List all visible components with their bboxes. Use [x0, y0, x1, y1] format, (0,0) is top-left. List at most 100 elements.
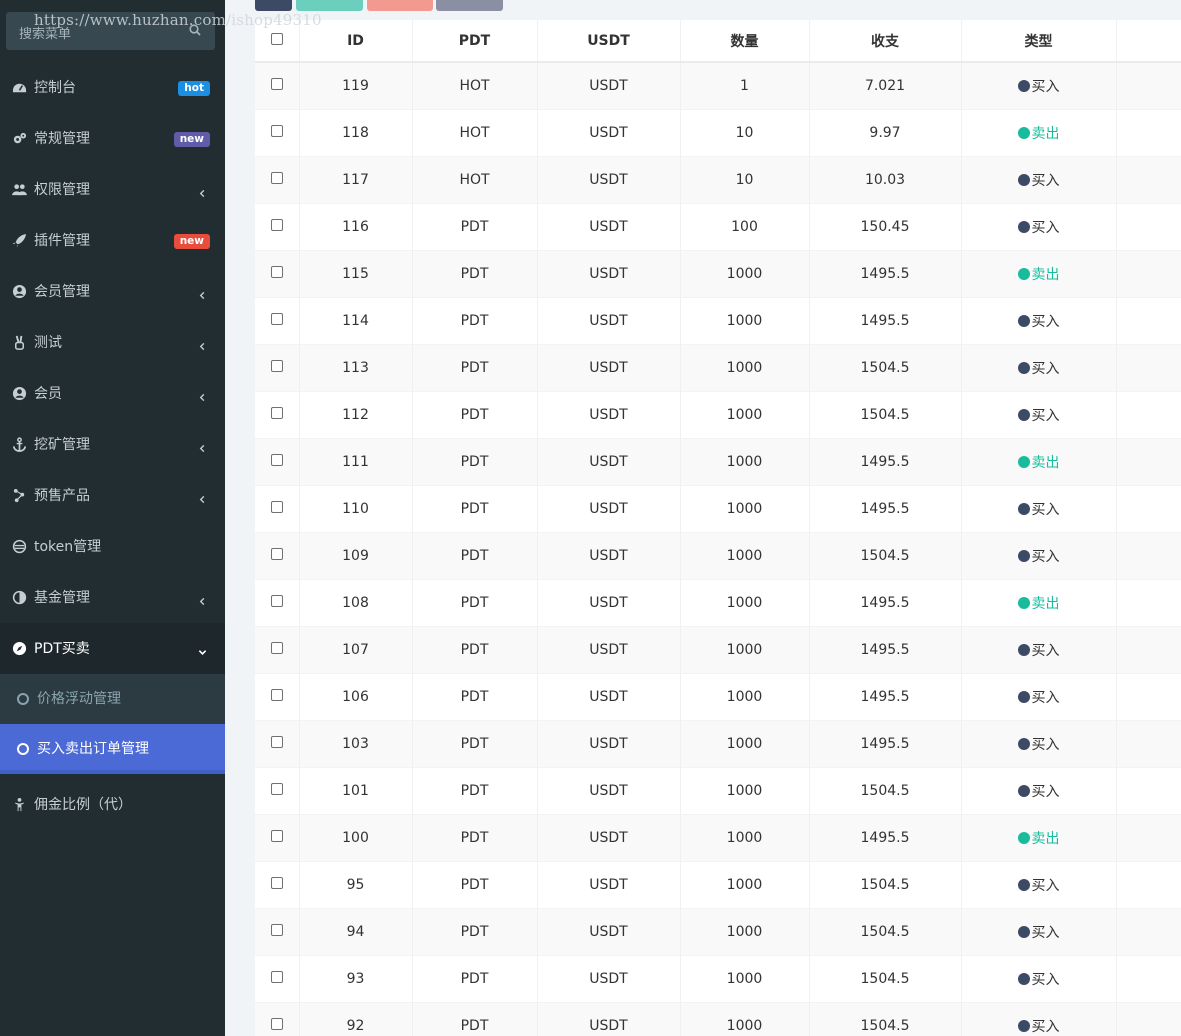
cell-id: 103 — [299, 719, 413, 767]
row-select-cell[interactable] — [255, 672, 300, 720]
cell-id: 110 — [299, 484, 413, 532]
row-select-cell[interactable] — [255, 296, 300, 344]
row-checkbox[interactable] — [270, 923, 283, 936]
row-checkbox[interactable] — [270, 312, 283, 325]
row-checkbox[interactable] — [270, 77, 283, 90]
row-checkbox[interactable] — [270, 782, 283, 795]
row-checkbox[interactable] — [270, 1017, 283, 1030]
table-row[interactable]: 112 PDT USDT 1000 1504.5 买入 — [255, 390, 1181, 438]
cell-type: 买入 — [961, 672, 1117, 720]
row-checkbox[interactable] — [270, 829, 283, 842]
row-checkbox[interactable] — [270, 876, 283, 889]
row-select-cell[interactable] — [255, 813, 300, 861]
table-row[interactable]: 100 PDT USDT 1000 1495.5 卖出 — [255, 813, 1181, 861]
row-checkbox[interactable] — [270, 641, 283, 654]
table-row[interactable]: 95 PDT USDT 1000 1504.5 买入 — [255, 860, 1181, 908]
table-row[interactable]: 119 HOT USDT 1 7.021 买入 — [255, 61, 1181, 109]
sidebar-item-label: 常规管理 — [34, 131, 90, 147]
table-row[interactable]: 101 PDT USDT 1000 1504.5 买入 — [255, 766, 1181, 814]
row-select-cell[interactable] — [255, 249, 300, 297]
row-checkbox[interactable] — [270, 265, 283, 278]
column-header[interactable]: 数量 — [680, 20, 810, 63]
table-row[interactable]: 111 PDT USDT 1000 1495.5 卖出 — [255, 437, 1181, 485]
row-select-cell[interactable] — [255, 484, 300, 532]
sidebar-item-user-circle[interactable]: 会员管理 — [0, 266, 225, 317]
cell-type: 买入 — [961, 155, 1117, 203]
row-checkbox[interactable] — [270, 547, 283, 560]
sidebar-item-user-circle[interactable]: 会员 — [0, 368, 225, 419]
sidebar: 搜索菜单 控制台 hot 常规管理 new 权限管理 插件管理 new 会员管理 测试 会员 挖矿管… — [0, 0, 225, 1036]
row-select-cell[interactable] — [255, 61, 300, 109]
row-checkbox[interactable] — [270, 453, 283, 466]
toolbar-button[interactable] — [367, 0, 433, 11]
row-select-cell[interactable] — [255, 390, 300, 438]
row-select-cell[interactable] — [255, 625, 300, 673]
row-checkbox[interactable] — [270, 688, 283, 701]
submenu-item[interactable]: 买入卖出订单管理 — [0, 724, 225, 774]
toolbar-button[interactable] — [255, 0, 292, 11]
sidebar-item-anchor[interactable]: 挖矿管理 — [0, 419, 225, 470]
column-header[interactable]: 类型 — [961, 20, 1117, 63]
table-row[interactable]: 106 PDT USDT 1000 1495.5 买入 — [255, 672, 1181, 720]
row-select-cell[interactable] — [255, 578, 300, 626]
row-checkbox[interactable] — [270, 406, 283, 419]
row-checkbox[interactable] — [270, 124, 283, 137]
table-row[interactable]: 118 HOT USDT 10 9.97 卖出 — [255, 108, 1181, 156]
cell-qty: 1000 — [680, 437, 810, 485]
sidebar-item-hand-peace[interactable]: 测试 — [0, 317, 225, 368]
row-select-cell[interactable] — [255, 860, 300, 908]
sidebar-item-rocket[interactable]: 插件管理 new — [0, 215, 225, 266]
table-row[interactable]: 110 PDT USDT 1000 1495.5 买入 — [255, 484, 1181, 532]
menu-badge: new — [173, 132, 210, 147]
table-row[interactable]: 92 PDT USDT 1000 1504.5 买入 — [255, 1001, 1181, 1036]
status-dot-icon — [1017, 690, 1030, 703]
row-select-cell[interactable] — [255, 954, 300, 1002]
row-checkbox[interactable] — [270, 359, 283, 372]
row-select-cell[interactable] — [255, 531, 300, 579]
status-dot-icon — [1017, 79, 1030, 92]
row-select-cell[interactable] — [255, 907, 300, 955]
row-checkbox[interactable] — [270, 735, 283, 748]
table-row[interactable]: 115 PDT USDT 1000 1495.5 卖出 — [255, 249, 1181, 297]
sidebar-item-dashboard[interactable]: 控制台 hot — [0, 62, 225, 113]
row-select-cell[interactable] — [255, 1001, 300, 1036]
sidebar-item-compass[interactable]: PDT买卖 — [0, 623, 225, 674]
table-row[interactable]: 93 PDT USDT 1000 1504.5 买入 — [255, 954, 1181, 1002]
row-select-cell[interactable] — [255, 719, 300, 767]
sidebar-item-token[interactable]: token管理 — [0, 521, 225, 572]
column-header[interactable]: 收支 — [809, 20, 962, 63]
row-select-cell[interactable] — [255, 766, 300, 814]
toolbar-button[interactable] — [436, 0, 503, 11]
row-checkbox[interactable] — [270, 171, 283, 184]
row-checkbox[interactable] — [270, 500, 283, 513]
row-checkbox[interactable] — [270, 594, 283, 607]
row-select-cell[interactable] — [255, 155, 300, 203]
sidebar-item-label: 佣金比例（代） — [34, 797, 132, 813]
select-all-checkbox[interactable] — [270, 32, 283, 45]
table-row[interactable]: 108 PDT USDT 1000 1495.5 卖出 — [255, 578, 1181, 626]
table-row[interactable]: 117 HOT USDT 10 10.03 买入 — [255, 155, 1181, 203]
row-select-cell[interactable] — [255, 108, 300, 156]
table-row[interactable]: 114 PDT USDT 1000 1495.5 买入 — [255, 296, 1181, 344]
cell-usdt: USDT — [537, 954, 681, 1002]
row-select-cell[interactable] — [255, 202, 300, 250]
table-row[interactable]: 107 PDT USDT 1000 1495.5 买入 — [255, 625, 1181, 673]
table-row[interactable]: 109 PDT USDT 1000 1504.5 买入 — [255, 531, 1181, 579]
sidebar-item-connectdevelop[interactable]: 预售产品 — [0, 470, 225, 521]
sidebar-item-half-circle[interactable]: 基金管理 — [0, 572, 225, 623]
table-row[interactable]: 113 PDT USDT 1000 1504.5 买入 — [255, 343, 1181, 391]
table-row[interactable]: 94 PDT USDT 1000 1504.5 买入 — [255, 907, 1181, 955]
row-checkbox[interactable] — [270, 970, 283, 983]
row-select-cell[interactable] — [255, 437, 300, 485]
toolbar-button[interactable] — [296, 0, 363, 11]
row-select-cell[interactable] — [255, 343, 300, 391]
column-header[interactable]: PDT — [412, 20, 538, 63]
submenu-item[interactable]: 价格浮动管理 — [0, 674, 225, 724]
table-row[interactable]: 116 PDT USDT 100 150.45 买入 — [255, 202, 1181, 250]
table-row[interactable]: 103 PDT USDT 1000 1495.5 买入 — [255, 719, 1181, 767]
column-header[interactable]: USDT — [537, 20, 681, 63]
row-checkbox[interactable] — [270, 218, 283, 231]
sidebar-item-child[interactable]: 佣金比例（代） — [0, 779, 225, 830]
sidebar-item-cogs[interactable]: 常规管理 new — [0, 113, 225, 164]
sidebar-item-group[interactable]: 权限管理 — [0, 164, 225, 215]
